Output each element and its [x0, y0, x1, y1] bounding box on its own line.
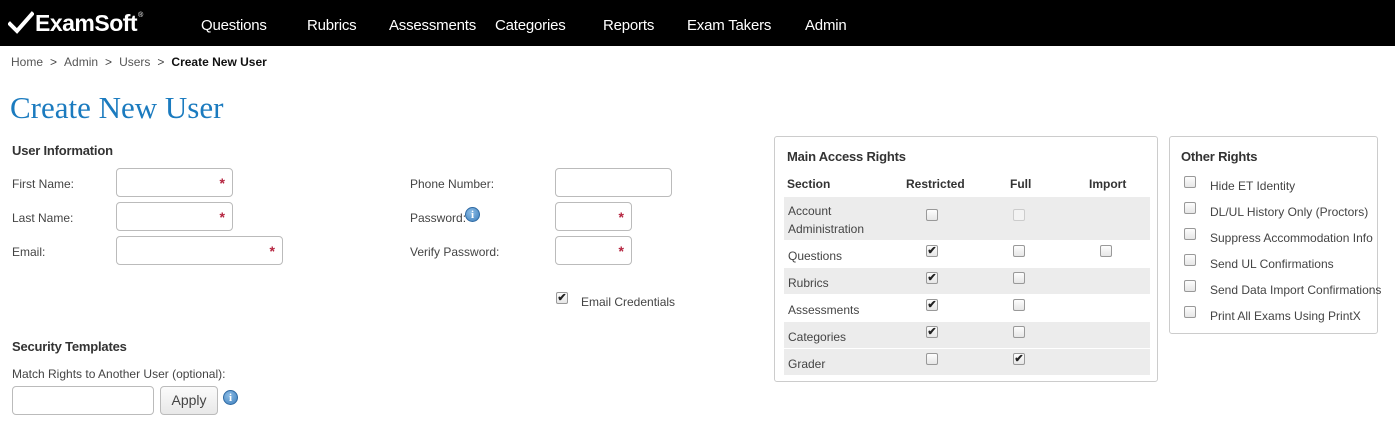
restricted-checkbox[interactable]: ✔ [926, 299, 938, 311]
nav-reports[interactable]: Reports [603, 17, 654, 34]
section-name: Rubrics [788, 276, 829, 290]
logo-text: ExamSoft [35, 9, 138, 36]
required-marker: * [269, 243, 275, 259]
section-name: Assessments [788, 303, 860, 317]
section-name: Categories [788, 330, 847, 344]
section-name: Account Administration [788, 202, 864, 238]
column-header-restricted: Restricted [906, 177, 965, 191]
match-rights-info-icon[interactable]: i [223, 390, 238, 405]
suppress-accommodation-label: Suppress Accommodation Info [1210, 231, 1373, 245]
access-row-grader: Grader ✔ [784, 349, 1150, 375]
section-name: Grader [788, 357, 826, 371]
full-checkbox [1013, 209, 1025, 221]
send-ul-confirmations-checkbox[interactable] [1184, 254, 1196, 266]
phone-number-field[interactable] [555, 168, 672, 197]
hide-et-identity-checkbox[interactable] [1184, 176, 1196, 188]
hide-et-identity-label: Hide ET Identity [1210, 179, 1296, 193]
restricted-checkbox[interactable] [926, 209, 938, 221]
nav-assessments[interactable]: Assessments [389, 17, 476, 34]
breadcrumb-home[interactable]: Home [11, 55, 43, 69]
top-nav-bar: ExamSoft ® Questions Rubrics Assessments… [0, 0, 1395, 46]
column-header-full: Full [1010, 177, 1032, 191]
other-rights-panel: Other Rights Hide ET Identity DL/UL Hist… [1169, 136, 1382, 334]
page-title: Create New User [10, 90, 224, 125]
breadcrumb-users[interactable]: Users [119, 55, 150, 69]
dl-ul-history-label: DL/UL History Only (Proctors) [1210, 205, 1369, 219]
required-marker: * [618, 243, 624, 259]
email-credentials-checkbox[interactable]: ✔ [556, 292, 568, 304]
last-name-label: Last Name: [12, 211, 74, 225]
section-name: Questions [788, 249, 843, 263]
verify-password-field[interactable]: * [555, 236, 632, 265]
access-row-categories: Categories ✔ [784, 322, 1150, 348]
required-marker: * [219, 175, 225, 191]
nav-rubrics[interactable]: Rubrics [307, 17, 357, 34]
required-marker: * [219, 209, 225, 225]
send-ul-confirmations-label: Send UL Confirmations [1210, 257, 1334, 271]
verify-password-label: Verify Password: [410, 245, 500, 259]
breadcrumb: Home > Admin > Users > Create New User [11, 55, 267, 69]
main-access-rights-panel: Main Access Rights Section Restricted Fu… [774, 136, 1158, 382]
full-checkbox[interactable] [1013, 326, 1025, 338]
breadcrumb-separator: > [157, 55, 165, 69]
column-header-section: Section [787, 177, 831, 191]
breadcrumb-separator: > [50, 55, 58, 69]
import-checkbox[interactable] [1100, 245, 1112, 257]
restricted-checkbox[interactable]: ✔ [926, 245, 938, 257]
dl-ul-history-checkbox[interactable] [1184, 202, 1196, 214]
nav-admin[interactable]: Admin [805, 17, 847, 34]
full-checkbox[interactable] [1013, 245, 1025, 257]
nav-categories[interactable]: Categories [495, 17, 566, 34]
section-name-line: Account [788, 204, 832, 218]
other-rights-heading: Other Rights [1181, 149, 1258, 164]
first-name-field[interactable]: * [116, 168, 233, 197]
password-field[interactable]: * [555, 202, 632, 231]
access-row-rubrics: Rubrics ✔ [784, 268, 1150, 294]
nav-questions[interactable]: Questions [201, 17, 267, 34]
last-name-field[interactable]: * [116, 202, 233, 231]
password-label: Password: [410, 211, 467, 225]
column-header-import: Import [1089, 177, 1127, 191]
required-marker: * [618, 209, 624, 225]
access-row-questions: Questions ✔ [784, 241, 1150, 267]
apply-button[interactable]: Apply [160, 386, 218, 415]
first-name-label: First Name: [12, 177, 75, 191]
nav-exam-takers[interactable]: Exam Takers [687, 17, 771, 34]
email-credentials-label: Email Credentials [581, 295, 676, 309]
print-all-exams-printx-label: Print All Exams Using PrintX [1210, 309, 1361, 323]
security-templates-heading: Security Templates [12, 339, 127, 354]
examsoft-logo[interactable]: ExamSoft ® [8, 9, 143, 37]
access-row-account-administration: Account Administration [784, 197, 1150, 240]
breadcrumb-separator: > [105, 55, 113, 69]
logo-trademark: ® [138, 11, 144, 19]
match-rights-input[interactable] [12, 386, 154, 415]
email-label: Email: [12, 245, 46, 259]
full-checkbox[interactable]: ✔ [1013, 353, 1025, 365]
access-row-assessments: Assessments ✔ [784, 295, 1150, 321]
match-rights-label: Match Rights to Another User (optional): [12, 367, 226, 381]
phone-number-label: Phone Number: [410, 177, 495, 191]
restricted-checkbox[interactable]: ✔ [926, 272, 938, 284]
suppress-accommodation-checkbox[interactable] [1184, 228, 1196, 240]
full-checkbox[interactable] [1013, 299, 1025, 311]
breadcrumb-admin[interactable]: Admin [64, 55, 98, 69]
main-access-rights-heading: Main Access Rights [787, 149, 906, 164]
section-name-line: Administration [788, 222, 865, 236]
restricted-checkbox[interactable] [926, 353, 938, 365]
send-data-import-confirmations-checkbox[interactable] [1184, 280, 1196, 292]
print-all-exams-printx-checkbox[interactable] [1184, 306, 1196, 318]
logo-check-icon [8, 11, 34, 34]
email-field[interactable]: * [116, 236, 283, 265]
password-info-icon[interactable]: i [465, 207, 480, 222]
breadcrumb-current: Create New User [171, 55, 267, 69]
user-information-heading: User Information [12, 143, 113, 158]
send-data-import-confirmations-label: Send Data Import Confirmations [1210, 283, 1382, 297]
full-checkbox[interactable] [1013, 272, 1025, 284]
restricted-checkbox[interactable]: ✔ [926, 326, 938, 338]
